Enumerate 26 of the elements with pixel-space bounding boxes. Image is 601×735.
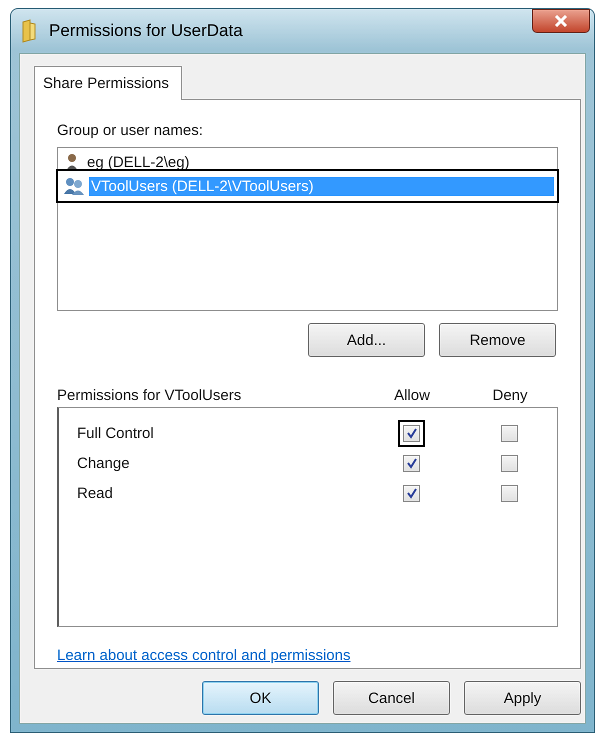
dialog-button[interactable]: OK (202, 681, 319, 715)
permission-name: Change (77, 454, 131, 472)
group-label: Group or user names: (57, 122, 204, 139)
checkbox[interactable] (500, 484, 518, 502)
checkbox[interactable] (402, 424, 420, 442)
list-button[interactable]: Remove (439, 323, 556, 357)
list-button[interactable]: Add... (308, 323, 425, 357)
column-header: Deny (491, 387, 529, 404)
users-icon (63, 176, 85, 196)
tab[interactable]: Share Permissions (34, 66, 182, 100)
dialog-button[interactable]: Cancel (333, 681, 450, 715)
checkbox[interactable] (402, 454, 420, 472)
checkbox[interactable] (500, 454, 518, 472)
permission-name: Read (77, 484, 114, 502)
folder-icon (21, 19, 37, 43)
close-icon (554, 15, 568, 27)
user-name: VToolUsers (DELL-2\VToolUsers) (89, 176, 554, 196)
permission-name: Full Control (77, 424, 155, 442)
window-title: Permissions for UserData (49, 21, 243, 41)
checkbox[interactable] (500, 424, 518, 442)
help-link[interactable]: Learn about access control and permissions (57, 647, 350, 664)
close-button[interactable] (532, 9, 590, 33)
permissions-label: Permissions for VToolUsers (57, 387, 242, 404)
dialog-button[interactable]: Apply (464, 681, 581, 715)
checkbox[interactable] (402, 484, 420, 502)
column-header: Allow (393, 387, 431, 404)
